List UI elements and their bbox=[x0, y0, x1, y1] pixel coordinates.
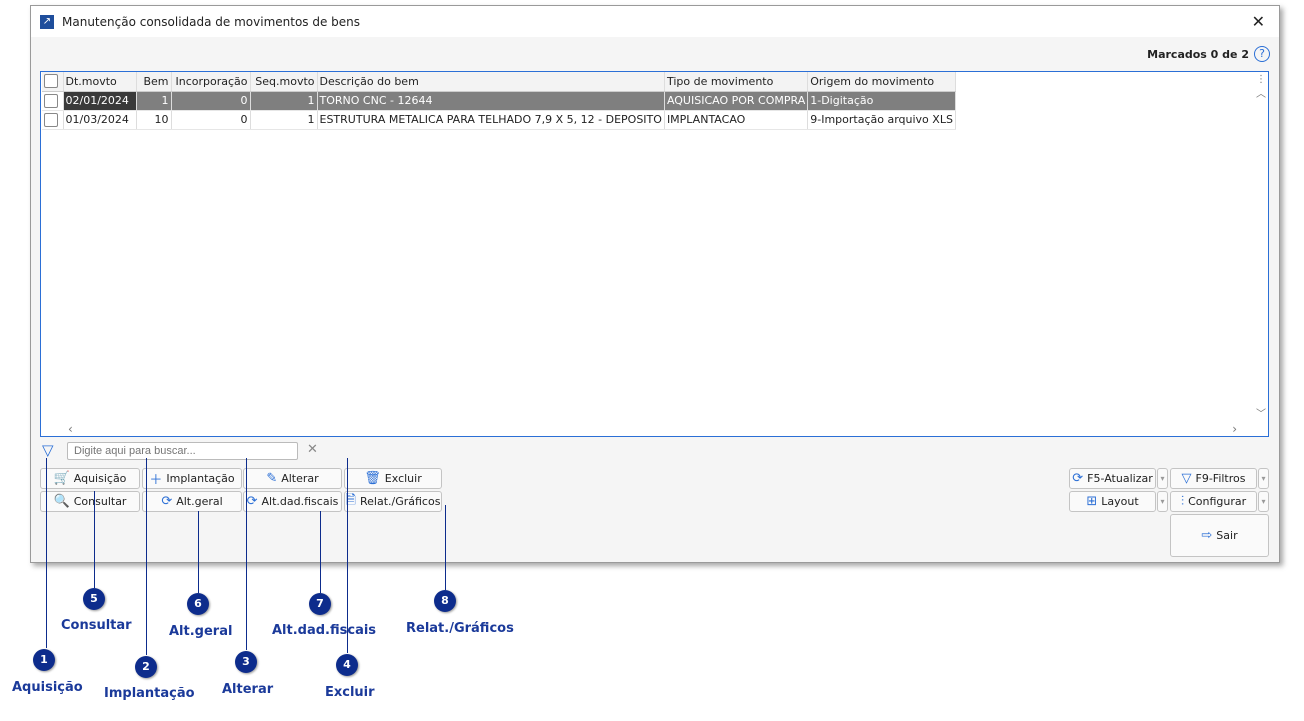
trash-icon: 🗑 bbox=[364, 471, 381, 486]
annotation-label-3: Alterar bbox=[222, 682, 274, 697]
annotation-label-6: Alt.geral bbox=[169, 624, 233, 639]
annotation-marker-5: 5 bbox=[83, 588, 105, 610]
col-tipo[interactable]: Tipo de movimento bbox=[664, 72, 809, 92]
col-bem[interactable]: Bem bbox=[136, 72, 172, 92]
layout-button[interactable]: ⊞ Layout bbox=[1069, 491, 1156, 512]
cell: 0 bbox=[171, 91, 251, 111]
sliders-icon: ⫶ bbox=[1180, 494, 1185, 509]
cell: 1 bbox=[136, 91, 172, 111]
refresh-icon: ⟳ bbox=[246, 494, 258, 509]
movements-table: Dt.movto Bem Incorporação Seq.movto Desc… bbox=[42, 72, 956, 130]
cell: 10 bbox=[136, 110, 172, 130]
annotation-line bbox=[94, 491, 95, 588]
refresh-icon: ⟳ bbox=[1072, 471, 1084, 486]
implantacao-button[interactable]: ＋ Implantação bbox=[142, 468, 242, 489]
layout-dropdown[interactable]: ▾ bbox=[1157, 491, 1168, 512]
cell: IMPLANTACAO bbox=[664, 110, 809, 130]
col-descricao[interactable]: Descrição do bem bbox=[317, 72, 665, 92]
f9-filtros-button[interactable]: ▽ F9-Filtros bbox=[1170, 468, 1257, 489]
search-bar: ▽ ✕ bbox=[40, 440, 340, 460]
annotation-label-4: Excluir bbox=[325, 685, 375, 700]
annotation-line bbox=[445, 505, 446, 590]
exit-icon: ⇨ bbox=[1201, 528, 1213, 543]
cell: 01/03/2024 bbox=[63, 110, 137, 130]
cell: 02/01/2024 bbox=[63, 91, 137, 111]
f5-dropdown[interactable]: ▾ bbox=[1157, 468, 1168, 489]
f5-atualizar-button[interactable]: ⟳ F5-Atualizar bbox=[1069, 468, 1156, 489]
consultar-button[interactable]: 🔍 Consultar bbox=[40, 491, 140, 512]
search-input[interactable] bbox=[67, 442, 298, 460]
excluir-button[interactable]: 🗑 Excluir bbox=[344, 468, 442, 489]
col-incorporacao[interactable]: Incorporação bbox=[171, 72, 251, 92]
close-icon[interactable]: ✕ bbox=[1252, 12, 1265, 31]
clear-search-icon[interactable]: ✕ bbox=[307, 442, 318, 457]
horizontal-scrollbar[interactable]: ‹ › bbox=[41, 422, 1255, 436]
aquisicao-button[interactable]: 🛒 Aquisição bbox=[40, 468, 140, 489]
help-icon[interactable]: ? bbox=[1254, 46, 1270, 62]
sair-button[interactable]: ⇨ Sair bbox=[1170, 514, 1269, 557]
table-row[interactable]: 01/03/2024 10 0 1 ESTRUTURA METALICA PAR… bbox=[42, 110, 956, 130]
header-row: Dt.movto Bem Incorporação Seq.movto Desc… bbox=[42, 72, 956, 92]
relat-graficos-button[interactable]: 🗎 Relat./Gráficos bbox=[344, 491, 442, 512]
app-icon: ↗ bbox=[40, 14, 54, 29]
title-bar: ↗ Manutenção consolidada de movimentos d… bbox=[31, 6, 1279, 37]
annotation-line bbox=[246, 458, 247, 650]
cell: TORNO CNC - 12644 bbox=[317, 91, 665, 111]
row-checkbox[interactable] bbox=[44, 93, 58, 108]
filter-icon[interactable]: ▽ bbox=[42, 441, 54, 459]
annotation-marker-1: 1 bbox=[33, 649, 55, 671]
annotation-label-1: Aquisição bbox=[12, 680, 83, 695]
cell: 0 bbox=[171, 110, 251, 130]
configurar-button[interactable]: ⫶ Configurar bbox=[1170, 491, 1257, 512]
annotation-line bbox=[146, 458, 147, 655]
annotation-label-8: Relat./Gráficos bbox=[406, 621, 514, 636]
cart-icon: 🛒 bbox=[53, 471, 70, 486]
annotation-marker-7: 7 bbox=[309, 593, 331, 615]
configurar-dropdown[interactable]: ▾ bbox=[1258, 491, 1269, 512]
annotation-marker-2: 2 bbox=[135, 656, 157, 678]
data-grid: Dt.movto Bem Incorporação Seq.movto Desc… bbox=[40, 71, 1269, 437]
annotation-label-7: Alt.dad.fiscais bbox=[272, 623, 377, 638]
search-icon: 🔍 bbox=[53, 494, 70, 509]
col-dt-movto[interactable]: Dt.movto bbox=[63, 72, 137, 92]
cell: ESTRUTURA METALICA PARA TELHADO 7,9 X 5,… bbox=[317, 110, 665, 130]
filter-icon: ▽ bbox=[1181, 471, 1192, 486]
select-all-checkbox[interactable] bbox=[44, 74, 58, 89]
layout-icon: ⊞ bbox=[1086, 494, 1098, 509]
annotation-label-2: Implantação bbox=[104, 686, 195, 701]
alterar-button[interactable]: ✎ Alterar bbox=[243, 468, 342, 489]
annotation-marker-4: 4 bbox=[336, 654, 358, 676]
row-checkbox[interactable] bbox=[44, 112, 58, 127]
annotation-line bbox=[320, 511, 321, 593]
cell: 9-Importação arquivo XLS bbox=[807, 110, 956, 130]
plus-icon: ＋ bbox=[149, 473, 163, 488]
alt-geral-button[interactable]: ⟳ Alt.geral bbox=[142, 491, 242, 512]
annotation-marker-3: 3 bbox=[235, 651, 257, 673]
cell: AQUISICAO POR COMPRA bbox=[664, 91, 809, 111]
cell: 1 bbox=[250, 110, 318, 130]
edit-icon: ✎ bbox=[266, 471, 278, 486]
col-origem[interactable]: Origem do movimento bbox=[807, 72, 956, 92]
main-window: ↗ Manutenção consolidada de movimentos d… bbox=[30, 5, 1280, 563]
table-row[interactable]: 02/01/2024 1 0 1 TORNO CNC - 12644 AQUIS… bbox=[42, 91, 956, 111]
annotation-marker-8: 8 bbox=[434, 590, 456, 612]
col-seq-movto[interactable]: Seq.movto bbox=[250, 72, 318, 92]
refresh-icon: ⟳ bbox=[161, 494, 173, 509]
f9-dropdown[interactable]: ▾ bbox=[1258, 468, 1269, 489]
cell: 1 bbox=[250, 91, 318, 111]
alt-dad-fiscais-button[interactable]: ⟳ Alt.dad.fiscais bbox=[243, 491, 342, 512]
annotation-line bbox=[46, 458, 47, 648]
annotation-label-5: Consultar bbox=[61, 618, 132, 633]
vertical-scrollbar[interactable]: ⋮ ︿ ﹀ bbox=[1254, 72, 1268, 422]
annotation-line bbox=[198, 511, 199, 593]
annotation-marker-6: 6 bbox=[187, 593, 209, 615]
window-title: Manutenção consolidada de movimentos de … bbox=[62, 14, 361, 29]
marked-count: Marcados 0 de 2 bbox=[1147, 48, 1249, 61]
cell: 1-Digitação bbox=[807, 91, 956, 111]
